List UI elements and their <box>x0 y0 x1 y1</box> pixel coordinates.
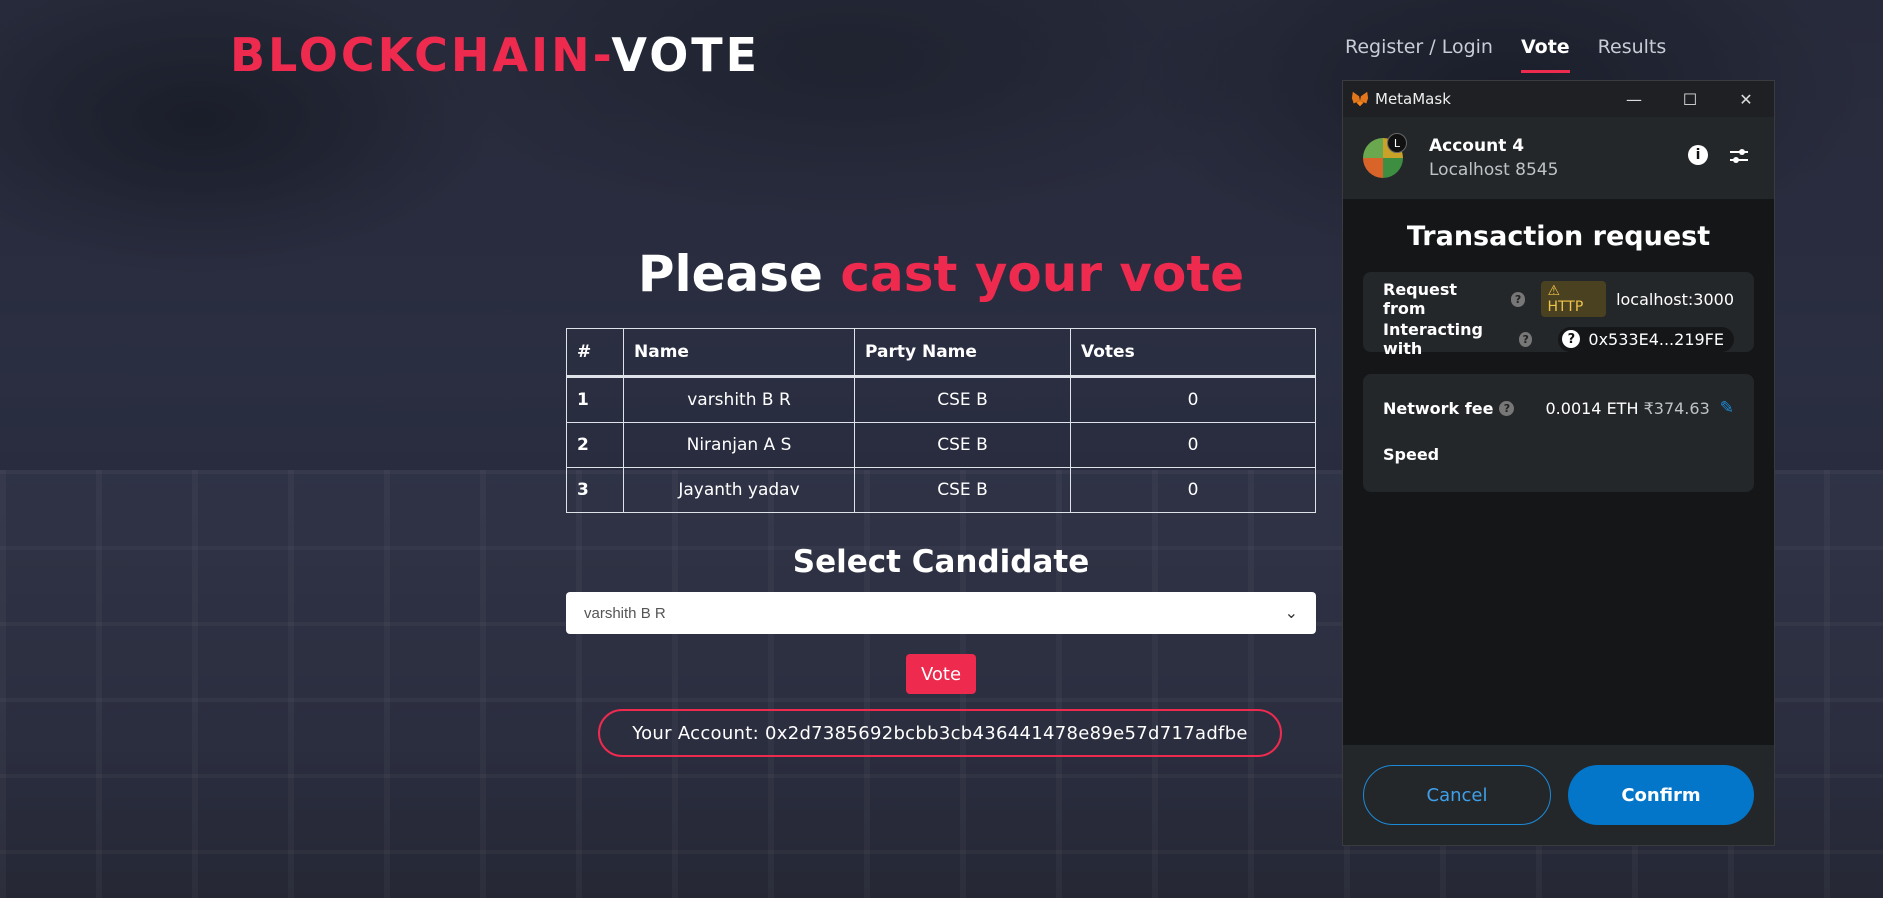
table-row: 3 Jayanth yadav CSE B 0 <box>566 467 1316 513</box>
edit-pencil-icon[interactable]: ✎ <box>1720 398 1734 418</box>
network-fee-label: Network fee <box>1383 398 1494 418</box>
transaction-request-title: Transaction request <box>1406 221 1711 252</box>
candidates-table: # Name Party Name Votes 1 varshith B R C… <box>566 328 1316 513</box>
settings-sliders-icon[interactable] <box>1728 145 1750 167</box>
logo-vote: VOTE <box>611 28 761 82</box>
metamask-window: MetaMask — ☐ ✕ L Account 4 Localhost 854… <box>1342 80 1775 846</box>
network-name: Localhost 8545 <box>1429 160 1559 180</box>
cell-party: CSE B <box>854 467 1071 513</box>
fee-fiat: ₹374.63 <box>1643 398 1710 418</box>
speed-label: Speed <box>1383 444 1440 464</box>
request-host: localhost:3000 <box>1616 289 1734 309</box>
warning-icon: ⚠ <box>1547 283 1561 299</box>
contract-address: 0x533E4...219FE <box>1588 329 1724 349</box>
page-title: Please cast your vote <box>566 245 1316 303</box>
metamask-titlebar: MetaMask — ☐ ✕ <box>1343 81 1774 117</box>
http-badge: ⚠ HTTP <box>1541 281 1607 317</box>
site-logo[interactable]: BLOCKCHAIN-VOTE <box>230 28 760 82</box>
maximize-icon[interactable]: ☐ <box>1662 81 1718 117</box>
cell-number: 2 <box>566 422 624 468</box>
question-icon: ? <box>1562 330 1581 348</box>
account-address: Your Account: 0x2d7385692bcbb3cb43644147… <box>598 709 1282 757</box>
help-icon[interactable]: ? <box>1518 331 1533 347</box>
fee-eth: 0.0014 ETH <box>1545 398 1639 418</box>
cell-votes: 0 <box>1070 467 1316 513</box>
info-icon[interactable]: i <box>1688 145 1708 165</box>
contract-address-pill[interactable]: ? 0x533E4...219FE <box>1558 326 1734 352</box>
account-name: Account 4 <box>1429 136 1525 156</box>
nav-register-login[interactable]: Register / Login <box>1345 36 1493 73</box>
nav-vote[interactable]: Vote <box>1520 36 1570 73</box>
table-row: 1 varshith B R CSE B 0 <box>566 376 1316 423</box>
cell-name: varshith B R <box>623 376 855 423</box>
network-fee-value: 0.0014 ETH ₹374.63 <box>1546 399 1710 418</box>
metamask-fox-icon <box>1351 91 1369 107</box>
fee-card: Network fee ? 0.0014 ETH ₹374.63 ✎ Speed <box>1363 374 1754 492</box>
help-icon[interactable]: ? <box>1499 400 1515 416</box>
table-row: 2 Niranjan A S CSE B 0 <box>566 422 1316 468</box>
account-header: L Account 4 Localhost 8545 i <box>1343 117 1774 199</box>
cancel-button[interactable]: Cancel <box>1363 765 1551 825</box>
request-from-label: Request from <box>1383 280 1458 318</box>
title-please: Please <box>637 245 823 303</box>
http-badge-label: HTTP <box>1547 299 1584 315</box>
metamask-window-title: MetaMask <box>1375 90 1451 108</box>
request-details-card: Request from ? ⚠ HTTP localhost:3000 Int… <box>1363 272 1754 358</box>
select-candidate-title: Select Candidate <box>792 544 1090 580</box>
confirm-button[interactable]: Confirm <box>1568 765 1754 825</box>
candidate-select[interactable]: varshith B R ⌄ <box>566 592 1316 634</box>
network-badge: L <box>1387 133 1407 153</box>
col-votes: Votes <box>1070 328 1316 378</box>
nav-results[interactable]: Results <box>1598 36 1667 73</box>
col-party: Party Name <box>854 328 1071 378</box>
cell-name: Jayanth yadav <box>623 467 855 513</box>
cell-name: Niranjan A S <box>623 422 855 468</box>
chevron-down-icon: ⌄ <box>1284 605 1298 622</box>
interacting-with-label: Interacting with <box>1383 320 1483 358</box>
close-icon[interactable]: ✕ <box>1718 81 1774 117</box>
candidate-select-value: varshith B R <box>584 604 666 622</box>
cell-party: CSE B <box>854 376 1071 423</box>
col-name: Name <box>623 328 855 378</box>
table-header-row: # Name Party Name Votes <box>566 328 1316 378</box>
title-cast-vote: cast your vote <box>840 245 1245 303</box>
cell-votes: 0 <box>1070 376 1316 423</box>
cell-number: 1 <box>566 376 624 423</box>
cell-votes: 0 <box>1070 422 1316 468</box>
cell-party: CSE B <box>854 422 1071 468</box>
vote-button[interactable]: Vote <box>906 654 976 694</box>
action-footer: Cancel Confirm <box>1343 745 1774 845</box>
col-number: # <box>566 328 624 378</box>
cell-number: 3 <box>566 467 624 513</box>
help-icon[interactable]: ? <box>1510 291 1526 307</box>
minimize-icon[interactable]: — <box>1606 81 1662 117</box>
top-nav: Register / Login Vote Results <box>1345 36 1666 73</box>
logo-blockchain: BLOCKCHAIN- <box>230 28 612 82</box>
